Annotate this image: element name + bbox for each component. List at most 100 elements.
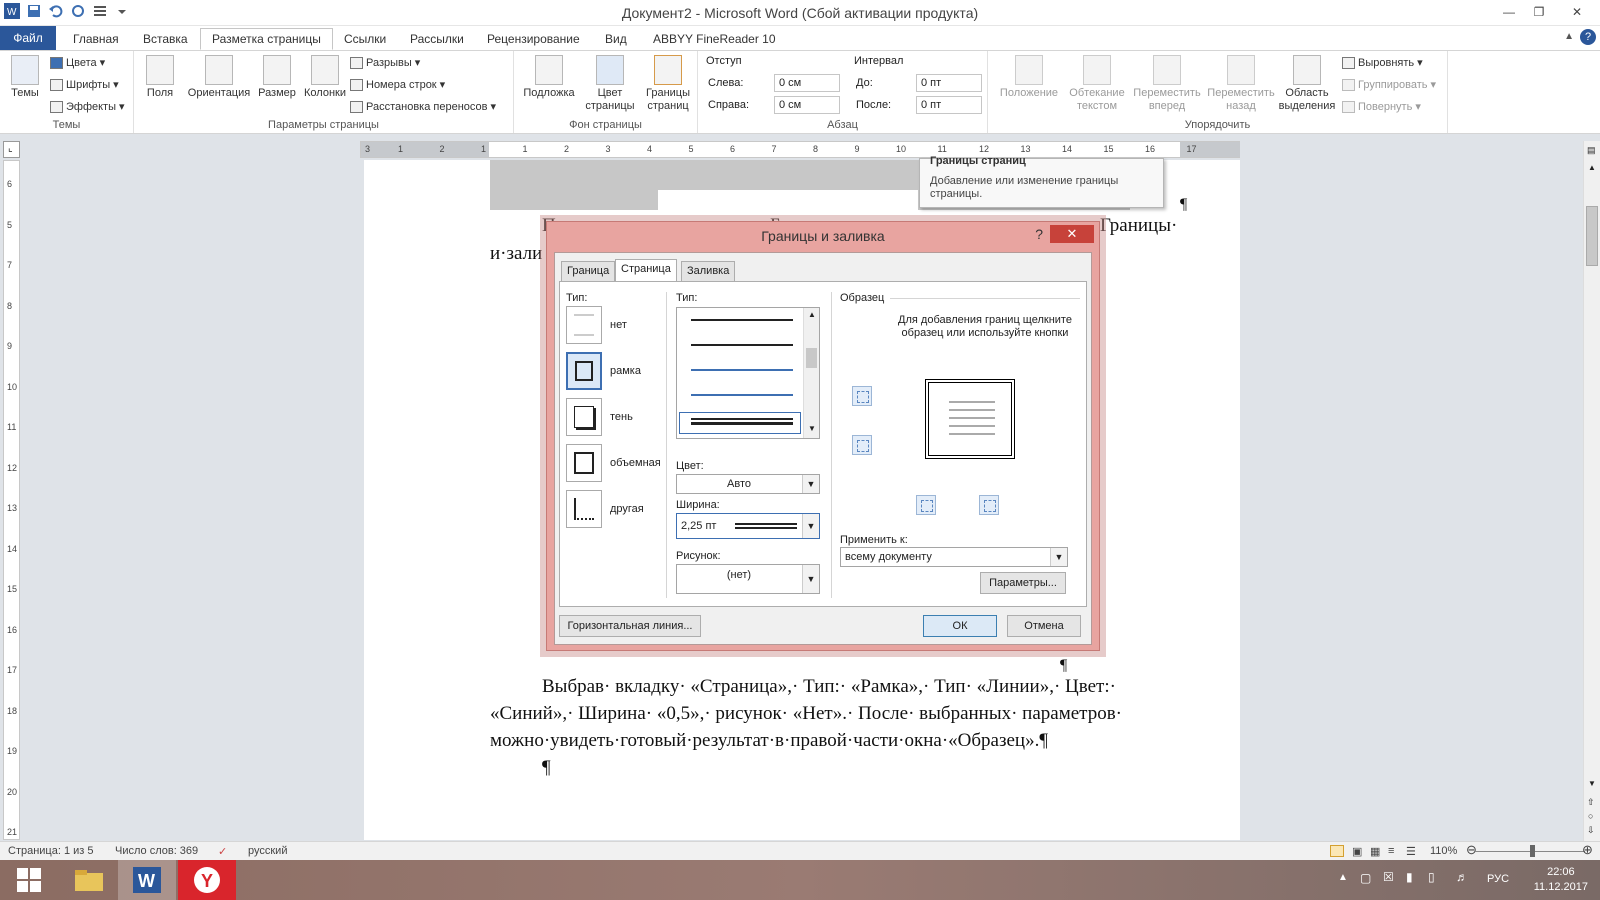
ruler-toggle-icon[interactable]: ▤ [1587,145,1596,156]
margins-button[interactable]: Поля [142,55,178,100]
zoom-in-icon[interactable]: ⊕ [1582,842,1593,858]
doc-paragraph-line[interactable]: можно·увидеть·готовый·результат·в·правой… [490,727,1048,754]
input-language[interactable]: РУС [1487,873,1509,885]
zoom-thumb[interactable] [1530,845,1535,857]
size-button[interactable]: Размер [254,55,300,100]
left-border-toggle-icon[interactable] [916,495,936,515]
scroll-up-icon[interactable]: ▲ [1588,163,1596,172]
line-style-option[interactable] [691,394,793,396]
collapse-ribbon-icon[interactable]: ▲ [1564,31,1574,42]
full-screen-icon[interactable]: ▣ [1352,845,1362,858]
effects-button[interactable]: Эффекты ▾ [50,100,125,113]
explorer-button[interactable] [60,860,118,900]
scroll-down-icon[interactable]: ▼ [808,424,816,433]
tab-insert[interactable]: Вставка [143,29,188,50]
tab-review[interactable]: Рецензирование [487,29,580,50]
tab-page-layout[interactable]: Разметка страницы [200,28,333,50]
outline-icon[interactable]: ≡ [1388,845,1394,857]
indent-right-input[interactable]: 0 см [774,96,840,114]
tab-home[interactable]: Главная [73,29,119,50]
colors-button[interactable]: Цвета ▾ [50,56,105,69]
art-select[interactable]: (нет) ▼ [676,564,820,594]
page-borders-button[interactable]: Границы страниц [640,55,696,113]
width-select[interactable]: 2,25 пт ▼ [676,513,820,539]
watermark-button[interactable]: Подложка [520,55,578,100]
bring-forward-button[interactable]: Переместить вперед [1130,55,1204,113]
word-taskbar-button[interactable]: W [118,860,176,900]
proofing-icon[interactable]: ✓ [218,845,227,858]
start-button[interactable] [0,860,58,900]
apply-to-select[interactable]: всему документу ▼ [840,547,1068,567]
signal-icon[interactable]: ▯ [1428,870,1435,884]
line-style-option[interactable] [691,344,793,346]
line-style-option[interactable] [691,319,793,321]
rotate-button[interactable]: Повернуть ▾ [1342,100,1421,113]
doc-paragraph-line[interactable]: «Синий»,· Ширина· «0,5»,· рисунок· «Нет»… [490,700,1122,727]
tab-selector[interactable]: ⌞ [3,141,20,158]
minimize-icon[interactable]: — [1494,0,1524,24]
next-page-icon[interactable]: ⇩ [1587,825,1595,836]
zoom-out-icon[interactable]: ⊖ [1466,842,1477,858]
line-style-option[interactable] [691,422,793,425]
tab-mailings[interactable]: Рассылки [410,29,464,50]
word-count[interactable]: Число слов: 369 [115,845,198,857]
scroll-up-icon[interactable]: ▲ [808,310,816,319]
print-layout-icon[interactable] [1330,845,1344,857]
page-count[interactable]: Страница: 1 из 5 [8,845,94,857]
zoom-level[interactable]: 110% [1430,845,1457,857]
doc-paragraph-line[interactable]: Выбрав· вкладку· «Страница»,· Тип:· «Рам… [542,673,1116,700]
line-numbers-button[interactable]: Номера строк ▾ [350,78,445,91]
horizontal-line-button[interactable]: Горизонтальная линия... [559,615,701,637]
yandex-browser-button[interactable]: Y [178,860,236,900]
right-border-toggle-icon[interactable] [979,495,999,515]
tab-references[interactable]: Ссылки [344,29,386,50]
group-objects-button[interactable]: Группировать ▾ [1342,78,1436,91]
top-border-toggle-icon[interactable] [852,386,872,406]
line-style-option[interactable] [691,418,793,420]
options-button[interactable]: Параметры... [980,572,1066,594]
prev-page-icon[interactable]: ⇧ [1587,797,1595,808]
align-button[interactable]: Выровнять ▾ [1342,56,1423,69]
restore-icon[interactable]: ❐ [1524,0,1554,24]
tab-view[interactable]: Вид [605,29,627,50]
scroll-down-icon[interactable]: ▼ [1588,779,1596,788]
send-backward-button[interactable]: Переместить назад [1204,55,1278,113]
tab-file[interactable]: Файл [0,26,56,50]
vertical-scrollbar[interactable]: ▤ ▲ ▼ ⇧ ○ ⇩ [1583,141,1600,841]
tray-expand-icon[interactable]: ▲ [1338,872,1348,883]
bottom-border-toggle-icon[interactable] [852,435,872,455]
tab-borders[interactable]: Граница [561,261,616,281]
themes-button[interactable]: Темы [6,55,44,100]
indent-left-input[interactable]: 0 см [774,74,840,92]
tab-page-border[interactable]: Страница [615,259,677,282]
style-list-scrollbar[interactable]: ▲ ▼ [803,308,819,438]
battery-icon[interactable]: ▮ [1406,870,1413,884]
orientation-button[interactable]: Ориентация [184,55,254,100]
draft-icon[interactable]: ☰ [1406,845,1416,858]
volume-icon[interactable]: ♬ [1456,870,1468,884]
line-style-list[interactable]: ▲ ▼ [676,307,820,439]
scroll-thumb[interactable] [806,348,817,368]
selection-pane-button[interactable]: Область выделения [1278,55,1336,113]
position-button[interactable]: Положение [994,55,1064,100]
doc-text-line[interactable]: и·зали [490,240,542,267]
ok-button[interactable]: ОК [923,615,997,637]
spacing-before-input[interactable]: 0 пт [916,74,982,92]
vertical-ruler[interactable]: 6 5 7 8 9 10 11 12 13 14 15 16 17 18 19 20 21 [3,160,20,840]
language[interactable]: русский [248,845,287,857]
tab-shading[interactable]: Заливка [681,261,736,281]
spacing-after-input[interactable]: 0 пт [916,96,982,114]
doc-text-fragment[interactable]: Границы· [1100,212,1177,239]
hyphenation-button[interactable]: Расстановка переносов ▾ [350,100,496,113]
help-icon[interactable]: ? [1580,29,1596,45]
network-off-icon[interactable]: ☒ [1383,870,1394,884]
preview-sample[interactable] [925,379,1015,459]
fonts-button[interactable]: Шрифты ▾ [50,78,119,91]
wrap-text-button[interactable]: Обтекание текстом [1064,55,1130,113]
close-window-icon[interactable]: ✕ [1554,0,1600,24]
action-center-icon[interactable]: ▢ [1360,871,1371,885]
page-color-button[interactable]: Цвет страницы [580,55,640,113]
color-select[interactable]: Авто ▼ [676,474,820,494]
web-layout-icon[interactable]: ▦ [1370,845,1380,858]
tab-abbyy[interactable]: ABBYY FineReader 10 [653,29,776,50]
